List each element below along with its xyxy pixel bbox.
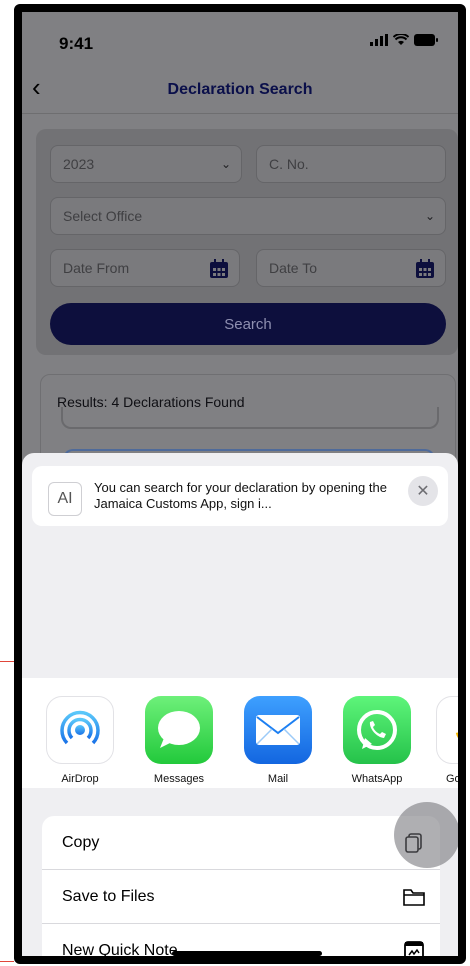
save-to-files-action[interactable]: Save to Files (42, 870, 440, 924)
chevron-down-icon: ⌄ (424, 209, 435, 223)
nav-bar: ‹ Declaration Search (22, 64, 458, 114)
date-to-input[interactable]: Date To (256, 249, 446, 287)
mail-icon (244, 696, 312, 764)
whatsapp-icon (343, 696, 411, 764)
phone-frame: 9:41 ‹ Declaration Search 2023 ⌄ C. No. … (14, 4, 466, 964)
status-icons (370, 34, 438, 46)
close-icon[interactable]: ✕ (408, 476, 438, 506)
chevron-down-icon: ⌄ (220, 157, 231, 171)
edge-marker (0, 961, 14, 962)
share-preview: AI You can search for your declaration b… (32, 466, 448, 526)
folder-icon (403, 889, 425, 906)
status-bar: 9:41 (22, 12, 458, 64)
share-preview-text: You can search for your declaration by o… (94, 480, 387, 511)
year-value: 2023 (63, 156, 95, 172)
result-card[interactable] (61, 407, 439, 429)
app-label: Messages (153, 773, 205, 785)
status-time: 9:41 (59, 34, 94, 53)
text-document-icon: AI (48, 482, 82, 516)
share-app-airdrop[interactable]: AirDrop (40, 696, 120, 785)
office-select[interactable]: Select Office ⌄ (50, 197, 446, 235)
action-label: Copy (62, 833, 100, 851)
action-label: Save to Files (62, 887, 155, 905)
search-form: 2023 ⌄ C. No. Select Office ⌄ Date From … (36, 129, 458, 355)
google-icon (436, 696, 458, 764)
copy-action[interactable]: Copy (42, 816, 440, 870)
cno-input[interactable]: C. No. (256, 145, 446, 183)
share-app-whatsapp[interactable]: WhatsApp (337, 696, 417, 785)
airdrop-icon (46, 696, 114, 764)
wifi-icon (393, 34, 409, 45)
calendar-icon[interactable] (209, 259, 229, 279)
app-label: AirDrop (61, 773, 99, 785)
date-from-input[interactable]: Date From (50, 249, 240, 287)
home-indicator[interactable] (172, 951, 322, 956)
calendar-icon[interactable] (415, 259, 435, 279)
cno-placeholder: C. No. (269, 156, 309, 172)
action-label: New Quick Note (62, 942, 178, 959)
share-actions-list: Copy Save to Files New Quick Note (42, 816, 440, 959)
messages-icon (145, 696, 213, 764)
share-apps-row: AirDrop Messages Mail WhatsApp Goo (22, 678, 458, 788)
share-app-google[interactable]: Goo (436, 696, 466, 785)
assistive-touch-button[interactable] (394, 802, 458, 868)
edge-marker (0, 661, 14, 662)
app-label: Goo (446, 773, 466, 785)
new-quick-note-action[interactable]: New Quick Note (42, 924, 440, 959)
quick-note-icon (404, 941, 424, 956)
office-placeholder: Select Office (63, 208, 143, 224)
app-label: Mail (267, 773, 289, 785)
share-app-messages[interactable]: Messages (139, 696, 219, 785)
search-button[interactable]: Search (50, 303, 446, 345)
share-sheet: AI You can search for your declaration b… (22, 453, 458, 959)
share-app-mail[interactable]: Mail (238, 696, 318, 785)
date-to-placeholder: Date To (269, 260, 317, 276)
page-title: Declaration Search (167, 81, 313, 98)
year-select[interactable]: 2023 ⌄ (50, 145, 242, 183)
cellular-icon (370, 34, 388, 46)
app-label: WhatsApp (351, 773, 403, 785)
battery-icon (414, 34, 438, 46)
date-from-placeholder: Date From (63, 260, 130, 276)
